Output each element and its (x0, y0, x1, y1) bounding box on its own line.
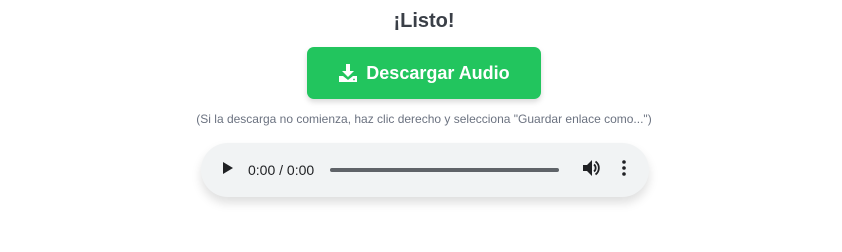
page: ¡Listo! Descargar Audio (Si la descarga … (0, 0, 842, 252)
audio-player[interactable]: 0:00 / 0:00 (201, 143, 649, 197)
download-audio-button[interactable]: Descargar Audio (307, 47, 541, 99)
volume-button[interactable] (581, 159, 601, 182)
play-button[interactable] (218, 160, 238, 180)
download-icon (338, 63, 358, 83)
time-display: 0:00 / 0:00 (248, 162, 315, 178)
play-icon (222, 161, 234, 180)
volume-icon (582, 159, 600, 182)
page-title: ¡Listo! (393, 10, 455, 32)
download-button-label: Descargar Audio (366, 62, 510, 83)
more-vert-icon (622, 159, 626, 181)
more-options-button[interactable] (614, 159, 634, 181)
download-hint: (Si la descarga no comienza, haz clic de… (196, 112, 652, 126)
progress-bar[interactable] (330, 168, 559, 172)
